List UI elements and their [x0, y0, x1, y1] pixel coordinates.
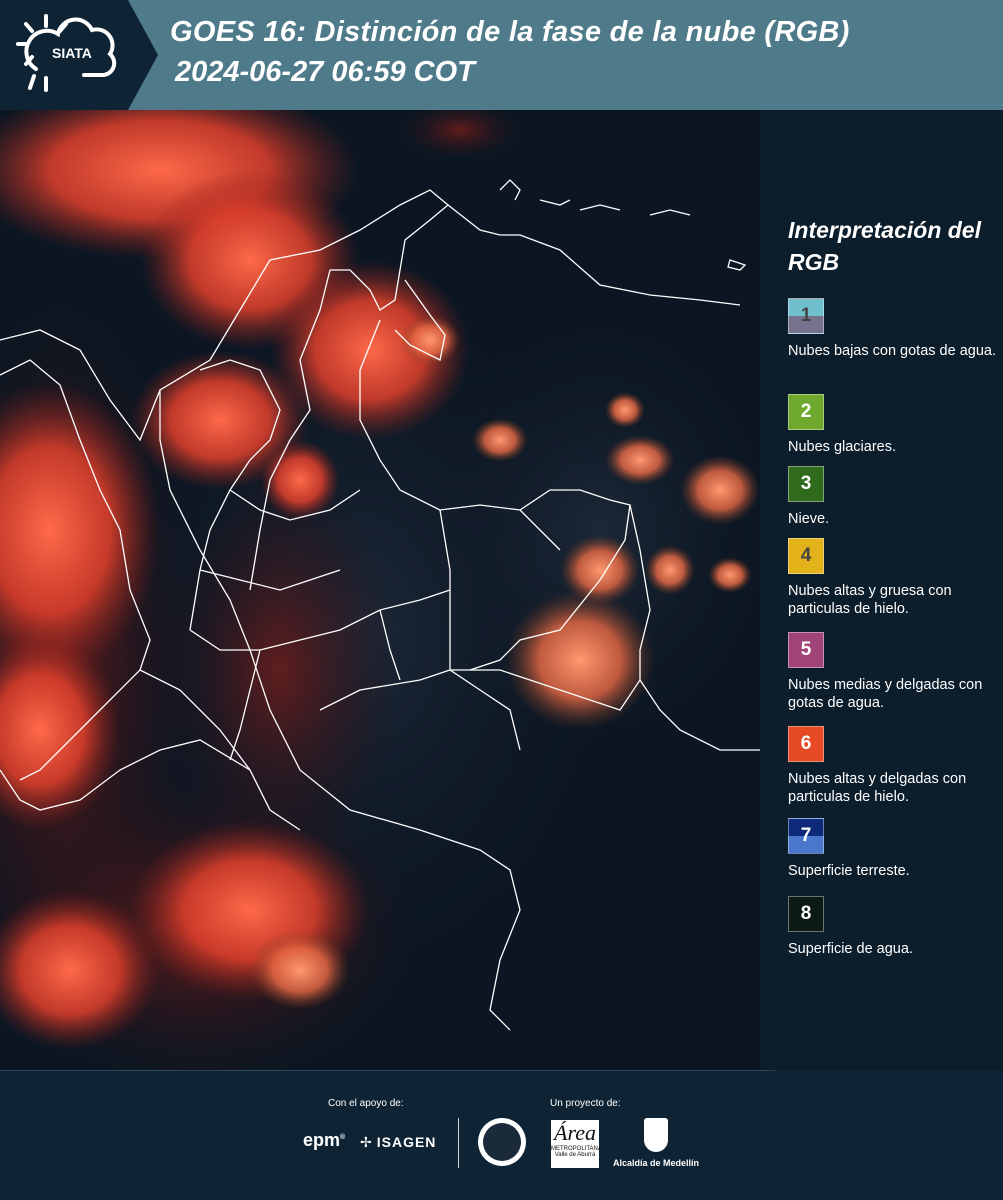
logo-block: SIATA	[0, 0, 128, 110]
legend-swatch: 6	[788, 726, 824, 762]
legend-number: 8	[800, 903, 812, 924]
legend-title: Interpretación del RGB	[788, 217, 981, 275]
legend-item-2: 2 Nubes glaciares.	[788, 394, 998, 456]
legend-item-1: 1 Nubes bajas con gotas de agua.	[788, 298, 998, 360]
amva-letter: Área	[554, 1120, 596, 1145]
legend-number: 4	[800, 545, 812, 566]
footer-separator	[458, 1118, 459, 1168]
project-label: Un proyecto de:	[550, 1098, 621, 1109]
legend-swatch: 3	[788, 466, 824, 502]
legend-label: Nubes bajas con gotas de agua.	[788, 343, 996, 359]
svg-text:SIATA: SIATA	[52, 45, 92, 61]
legend-swatch: 5	[788, 632, 824, 668]
isagen-logo: ✢ ISAGEN	[360, 1134, 436, 1151]
legend-number: 7	[800, 825, 812, 846]
legend-label: Nubes medias y delgadas con gotas de agu…	[788, 677, 983, 711]
legend-number: 6	[800, 733, 812, 754]
legend-swatch: 4	[788, 538, 824, 574]
legend-item-4: 4 Nubes altas y gruesa con particulas de…	[788, 538, 998, 618]
legend-item-3: 3 Nieve.	[788, 466, 998, 528]
legend-label: Superficie terreste.	[788, 863, 910, 879]
satellite-image	[0, 110, 760, 1070]
page-title: GOES 16: Distinción de la fase de la nub…	[170, 16, 850, 48]
legend-label: Nubes altas y delgadas con particulas de…	[788, 771, 967, 805]
siata-logo: SIATA	[16, 14, 117, 92]
satellite-map	[0, 110, 760, 1070]
area-metropolitana-logo: Área METROPOLITANA Valle de Aburrá	[551, 1120, 602, 1168]
logo-arrow	[128, 0, 158, 110]
page-datetime: 2024-06-27 06:59 COT	[175, 56, 475, 88]
footer-divider	[0, 1070, 775, 1071]
legend-number: 2	[800, 401, 812, 422]
legend-number: 3	[800, 473, 812, 494]
medellin-logo-text: Alcaldía de Medellín	[613, 1158, 700, 1168]
isagen-text: ISAGEN	[376, 1134, 437, 1150]
legend-label: Nubes altas y gruesa con particulas de h…	[788, 583, 952, 617]
support-label: Con el apoyo de:	[328, 1098, 404, 1109]
header: SIATA GOES 16: Distinción de la fase de …	[0, 0, 1003, 110]
epm-logo: epm®	[303, 1130, 346, 1150]
epm-text: epm	[303, 1130, 341, 1150]
siata-seal-logo	[478, 1118, 526, 1166]
legend-label: Superficie de agua.	[788, 941, 913, 957]
legend-number: 5	[800, 639, 812, 660]
legend-swatch: 7	[788, 818, 824, 854]
medellin-shield-icon	[644, 1118, 668, 1152]
legend-item-7: 7 Superficie terreste.	[788, 818, 998, 880]
legend-label: Nieve.	[788, 511, 830, 527]
legend-item-6: 6 Nubes altas y delgadas con particulas …	[788, 726, 998, 806]
seal-inner	[483, 1123, 521, 1161]
amva-text: METROPOLITANA Valle de Aburrá	[551, 1146, 602, 1158]
legend-swatch: 1	[788, 298, 824, 334]
legend-label: Nubes glaciares.	[788, 439, 896, 455]
isagen-icon: ✢	[360, 1134, 373, 1150]
footer: Con el apoyo de: Un proyecto de: epm® ✢ I…	[0, 1070, 1003, 1200]
legend-swatch: 2	[788, 394, 824, 430]
legend-panel: Interpretación del RGB 1 Nubes bajas con…	[760, 110, 1003, 1070]
legend-item-5: 5 Nubes medias y delgadas con gotas de a…	[788, 632, 998, 712]
legend-swatch: 8	[788, 896, 824, 932]
legend-number: 1	[800, 305, 812, 326]
legend-item-8: 8 Superficie de agua.	[788, 896, 998, 958]
